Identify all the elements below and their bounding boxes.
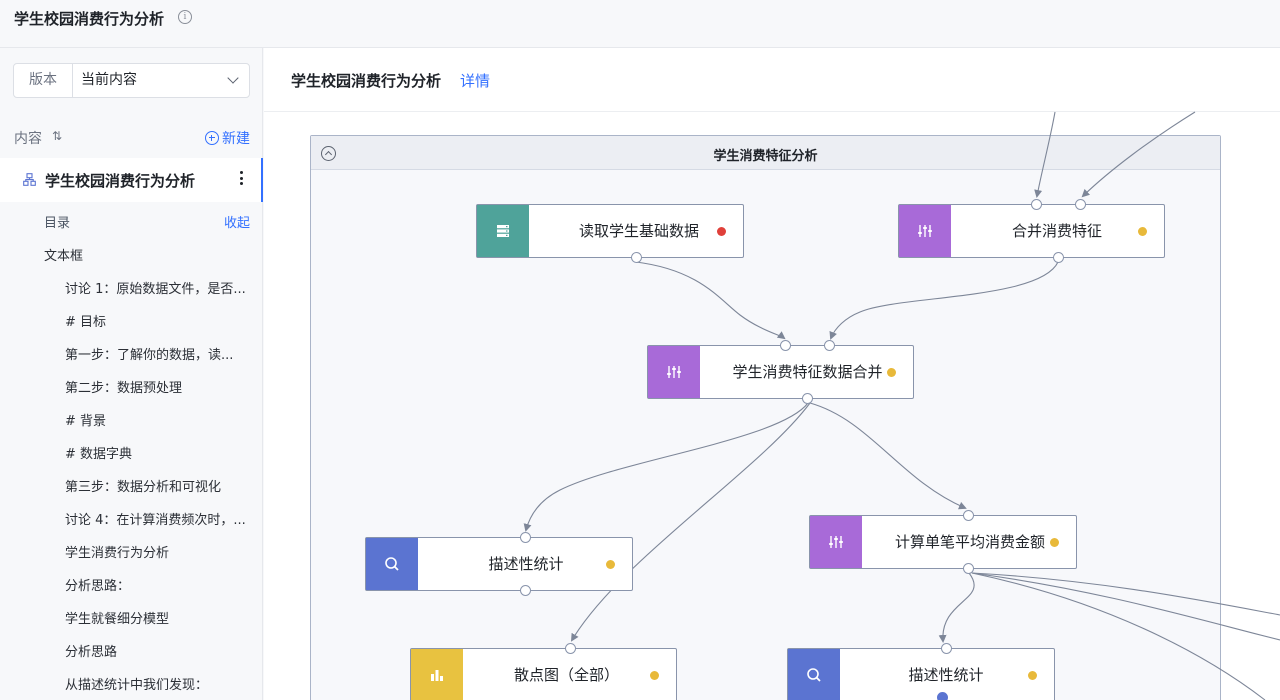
main-header: 学生校园消费行为分析 详情 <box>264 48 1280 112</box>
node-avg-spend[interactable]: 计算单笔平均消费金额 <box>809 515 1077 569</box>
sliders-glyph <box>918 225 932 237</box>
output-port[interactable] <box>802 393 813 404</box>
outline-item[interactable]: 讨论 4：在计算消费频次时，... <box>65 509 250 528</box>
sliders-icon <box>648 346 700 398</box>
outline-item[interactable]: 讨论 1：原始数据文件，是否... <box>65 278 250 297</box>
search-glyph <box>807 668 821 682</box>
outline-item[interactable]: 学生就餐细分模型 <box>65 608 250 627</box>
toc-header: 目录 收起 <box>44 212 250 231</box>
node-read-student-data[interactable]: 读取学生基础数据 <box>476 204 744 258</box>
bar-chart-glyph <box>431 670 443 681</box>
more-vertical-icon[interactable] <box>240 171 244 187</box>
input-port[interactable] <box>1031 199 1042 210</box>
group-header: 学生消费特征分析 <box>311 136 1220 170</box>
output-port[interactable] <box>937 692 948 700</box>
node-label: 描述性统计 <box>488 555 564 573</box>
output-port[interactable] <box>1053 252 1064 263</box>
outline-item[interactable]: 分析思路： <box>65 575 250 594</box>
database-icon <box>477 205 529 257</box>
page-title: 学生校园消费行为分析 <box>14 10 165 28</box>
outline-item[interactable]: # 目标 <box>65 311 250 330</box>
sidebar: 版本 当前内容 内容 ⇅ 新建 学生校园消费行为分析 目录 收起 文本框 讨论 … <box>0 48 263 700</box>
output-port[interactable] <box>520 585 531 596</box>
plus-circle-icon <box>205 131 219 145</box>
status-dot <box>1138 227 1147 236</box>
input-port[interactable] <box>780 340 791 351</box>
info-icon[interactable]: i <box>178 10 192 24</box>
node-descriptive-stats-2[interactable]: 描述性统计 <box>787 648 1055 700</box>
node-label: 合并消费特征 <box>1011 222 1102 240</box>
status-dot <box>717 227 726 236</box>
search-glyph <box>385 557 399 571</box>
node-descriptive-stats-1[interactable]: 描述性统计 <box>365 537 633 591</box>
group-title: 学生消费特征分析 <box>713 149 818 164</box>
node-label: 学生消费特征数据合并 <box>732 363 883 381</box>
outline-item[interactable]: 分析思路 <box>65 641 250 660</box>
version-select[interactable]: 版本 当前内容 <box>13 63 250 98</box>
outline-item[interactable]: 文本框 <box>44 245 244 264</box>
new-button-label: 新建 <box>222 131 250 147</box>
input-port[interactable] <box>565 643 576 654</box>
search-icon <box>366 538 418 590</box>
output-port[interactable] <box>963 563 974 574</box>
node-scatter-all[interactable]: 散点图（全部） <box>410 648 677 700</box>
main-title: 学生校园消费行为分析 <box>291 72 442 90</box>
outline-item[interactable]: 第三步：数据分析和可视化 <box>65 476 250 495</box>
detail-link[interactable]: 详情 <box>460 70 490 91</box>
outline-item[interactable]: 第一步：了解你的数据，读... <box>65 344 250 363</box>
sidebar-item-document[interactable]: 学生校园消费行为分析 <box>0 158 263 202</box>
node-merge-features[interactable]: 合并消费特征 <box>898 204 1165 258</box>
input-port[interactable] <box>963 510 974 521</box>
input-port[interactable] <box>520 532 531 543</box>
new-button[interactable]: 新建 <box>205 128 250 148</box>
bar-chart-icon <box>411 649 463 700</box>
outline-item[interactable]: 从描述统计中我们发现： <box>65 674 250 693</box>
status-dot <box>887 368 896 377</box>
search-icon <box>788 649 840 700</box>
version-value: 当前内容 <box>81 72 137 88</box>
status-dot <box>606 560 615 569</box>
sort-icon[interactable]: ⇅ <box>52 129 62 143</box>
version-label: 版本 <box>14 64 73 97</box>
collapse-toc-button[interactable]: 收起 <box>224 212 250 231</box>
status-dot <box>1050 538 1059 547</box>
content-header: 内容 ⇅ 新建 <box>14 128 250 148</box>
sliders-icon <box>810 516 862 568</box>
node-label: 读取学生基础数据 <box>578 222 699 240</box>
sliders-icon <box>899 205 951 257</box>
chevron-down-icon <box>227 72 239 84</box>
node-label: 计算单笔平均消费金额 <box>894 533 1045 551</box>
status-dot <box>1028 671 1037 680</box>
content-label: 内容 <box>14 131 42 147</box>
toc-label: 目录 <box>44 216 71 231</box>
status-dot <box>650 671 659 680</box>
node-label: 散点图（全部） <box>513 666 619 684</box>
node-student-feature-merge[interactable]: 学生消费特征数据合并 <box>647 345 914 399</box>
input-port[interactable] <box>824 340 835 351</box>
flow-icon <box>23 173 36 186</box>
top-bar: 学生校园消费行为分析 i <box>0 0 1280 48</box>
database-glyph <box>497 225 509 237</box>
outline-item[interactable]: # 数据字典 <box>65 443 250 462</box>
input-port[interactable] <box>1075 199 1086 210</box>
sliders-glyph <box>829 536 843 548</box>
outline-item[interactable]: 第二步：数据预处理 <box>65 377 250 396</box>
outline-item[interactable]: 学生消费行为分析 <box>65 542 250 561</box>
outline-item[interactable]: # 背景 <box>65 410 250 429</box>
output-port[interactable] <box>631 252 642 263</box>
sliders-glyph <box>667 366 681 378</box>
input-port[interactable] <box>941 643 952 654</box>
document-title: 学生校园消费行为分析 <box>45 172 196 190</box>
